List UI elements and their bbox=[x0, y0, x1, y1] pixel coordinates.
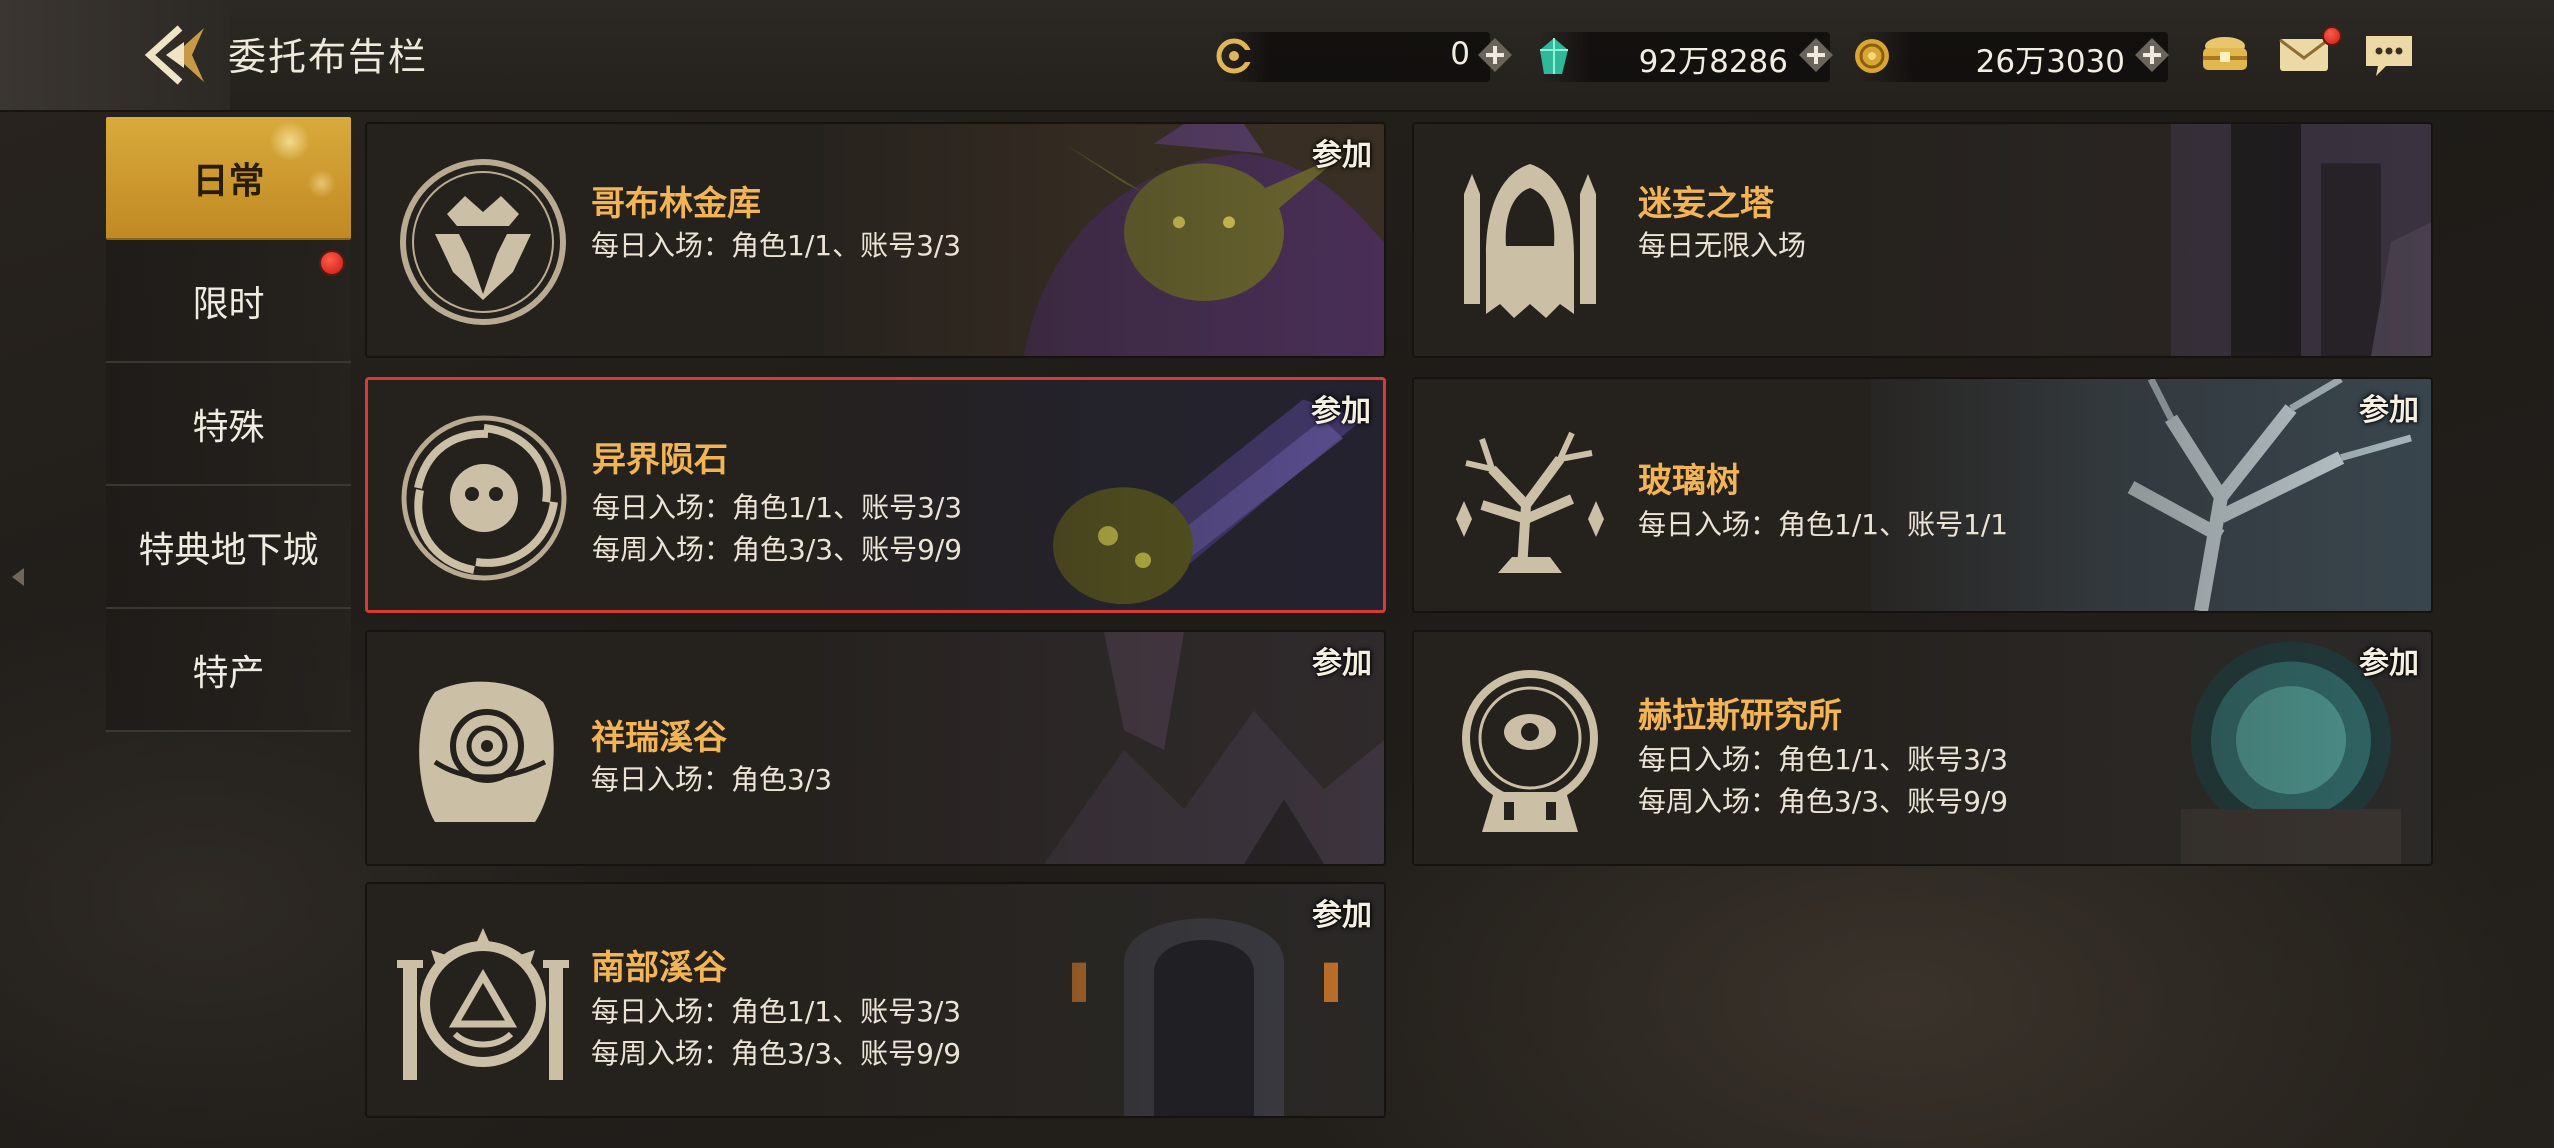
dungeon-card-hellas-institute[interactable]: 赫拉斯研究所 每日入场：角色1/1、账号3/3 每周入场：角色3/3、账号9/9… bbox=[1412, 630, 2433, 866]
add-crystal-button[interactable] bbox=[1796, 35, 1836, 75]
hooded-tower-icon bbox=[1464, 164, 1596, 318]
join-label: 参加 bbox=[1312, 138, 1372, 173]
join-label: 参加 bbox=[2359, 646, 2419, 681]
card-entry-daily: 每日入场：角色1/1、账号3/3 bbox=[1638, 743, 2009, 776]
tab-limited[interactable]: 限时 bbox=[106, 240, 351, 363]
left-edge-arrow-icon[interactable] bbox=[10, 566, 26, 588]
join-label: 参加 bbox=[1311, 394, 1371, 429]
treasure-chest-icon[interactable] bbox=[2196, 28, 2254, 82]
tab-label: 特产 bbox=[192, 652, 265, 694]
dungeon-card-auspicious-valley[interactable]: 祥瑞溪谷 每日入场：角色3/3 参加 bbox=[365, 630, 1386, 866]
card-title: 异界陨石 bbox=[592, 440, 728, 480]
dungeon-card-southern-valley[interactable]: 南部溪谷 每日入场：角色1/1、账号3/3 每周入场：角色3/3、账号9/9 参… bbox=[365, 882, 1386, 1118]
tab-special[interactable]: 特殊 bbox=[106, 363, 351, 486]
card-entry-daily: 每日入场：角色1/1、账号3/3 bbox=[591, 229, 962, 262]
crystal-amount: 92万8286 bbox=[1638, 44, 1788, 80]
gold-coin-icon bbox=[1855, 39, 1889, 73]
card-entry-weekly: 每周入场：角色3/3、账号9/9 bbox=[592, 533, 963, 566]
tab-label: 限时 bbox=[192, 283, 265, 325]
top-bar: 委托布告栏 0 92万8286 26万3030 bbox=[0, 0, 2554, 112]
join-label: 参加 bbox=[2359, 393, 2419, 428]
card-title: 玻璃树 bbox=[1638, 461, 1740, 501]
gold-amount: 26万3030 bbox=[1975, 44, 2125, 80]
card-entry-weekly: 每周入场：角色3/3、账号9/9 bbox=[1638, 785, 2009, 818]
add-gold-button[interactable] bbox=[2132, 35, 2172, 75]
limited-notification-badge bbox=[319, 250, 345, 276]
join-label: 参加 bbox=[1312, 646, 1372, 681]
eye-portal-icon bbox=[1462, 670, 1598, 832]
tab-label: 特典地下城 bbox=[138, 529, 319, 571]
card-entry-daily: 每日入场：角色1/1、账号3/3 bbox=[591, 995, 962, 1028]
card-entry-daily: 每日入场：角色1/1、账号3/3 bbox=[592, 491, 963, 524]
coupon-amount: 0 bbox=[1450, 36, 1470, 72]
glass-tree-icon bbox=[1456, 431, 1604, 573]
tab-label: 特殊 bbox=[192, 406, 265, 448]
card-title: 迷妄之塔 bbox=[1638, 184, 1774, 224]
card-title: 南部溪谷 bbox=[591, 948, 727, 988]
card-title: 祥瑞溪谷 bbox=[591, 718, 727, 758]
spiral-stone-icon bbox=[419, 681, 554, 822]
green-crystal-icon bbox=[1540, 38, 1568, 74]
card-title: 赫拉斯研究所 bbox=[1638, 696, 1842, 736]
join-label: 参加 bbox=[1312, 898, 1372, 933]
chat-icon[interactable] bbox=[2360, 28, 2418, 82]
vortex-meteor-icon bbox=[401, 415, 567, 581]
tab-specialty[interactable]: 特产 bbox=[106, 609, 351, 732]
goblin-crest-icon bbox=[400, 159, 566, 325]
mail-notification-badge bbox=[2322, 26, 2342, 46]
tab-daily[interactable]: 日常 bbox=[106, 117, 351, 240]
card-entry-daily: 每日入场：角色3/3 bbox=[591, 763, 833, 796]
card-title: 哥布林金库 bbox=[591, 184, 761, 224]
dungeon-card-goblin-vault[interactable]: 哥布林金库 每日入场：角色1/1、账号3/3 参加 bbox=[365, 122, 1386, 358]
page-title: 委托布告栏 bbox=[228, 35, 429, 79]
add-coupon-button[interactable] bbox=[1475, 35, 1515, 75]
back-arrow-icon[interactable] bbox=[140, 22, 210, 88]
sun-pillars-icon bbox=[397, 928, 569, 1080]
dungeon-card-tower-of-illusion[interactable]: 迷妄之塔 每日无限入场 bbox=[1412, 122, 2433, 358]
tab-privilege-dungeon[interactable]: 特典地下城 bbox=[106, 486, 351, 609]
tab-label: 日常 bbox=[192, 160, 265, 202]
card-entry-daily: 每日入场：角色1/1、账号1/1 bbox=[1638, 508, 2009, 541]
card-entry-weekly: 每周入场：角色3/3、账号9/9 bbox=[591, 1037, 962, 1070]
card-entry-daily: 每日无限入场 bbox=[1638, 229, 1807, 262]
category-tabs: 日常 限时 特殊 特典地下城 特产 bbox=[106, 117, 351, 732]
dungeon-card-glass-tree[interactable]: 玻璃树 每日入场：角色1/1、账号1/1 参加 bbox=[1412, 377, 2433, 613]
coupon-c-icon bbox=[1216, 38, 1254, 74]
dungeon-card-otherworld-meteorite[interactable]: 异界陨石 每日入场：角色1/1、账号3/3 每周入场：角色3/3、账号9/9 参… bbox=[365, 377, 1386, 613]
